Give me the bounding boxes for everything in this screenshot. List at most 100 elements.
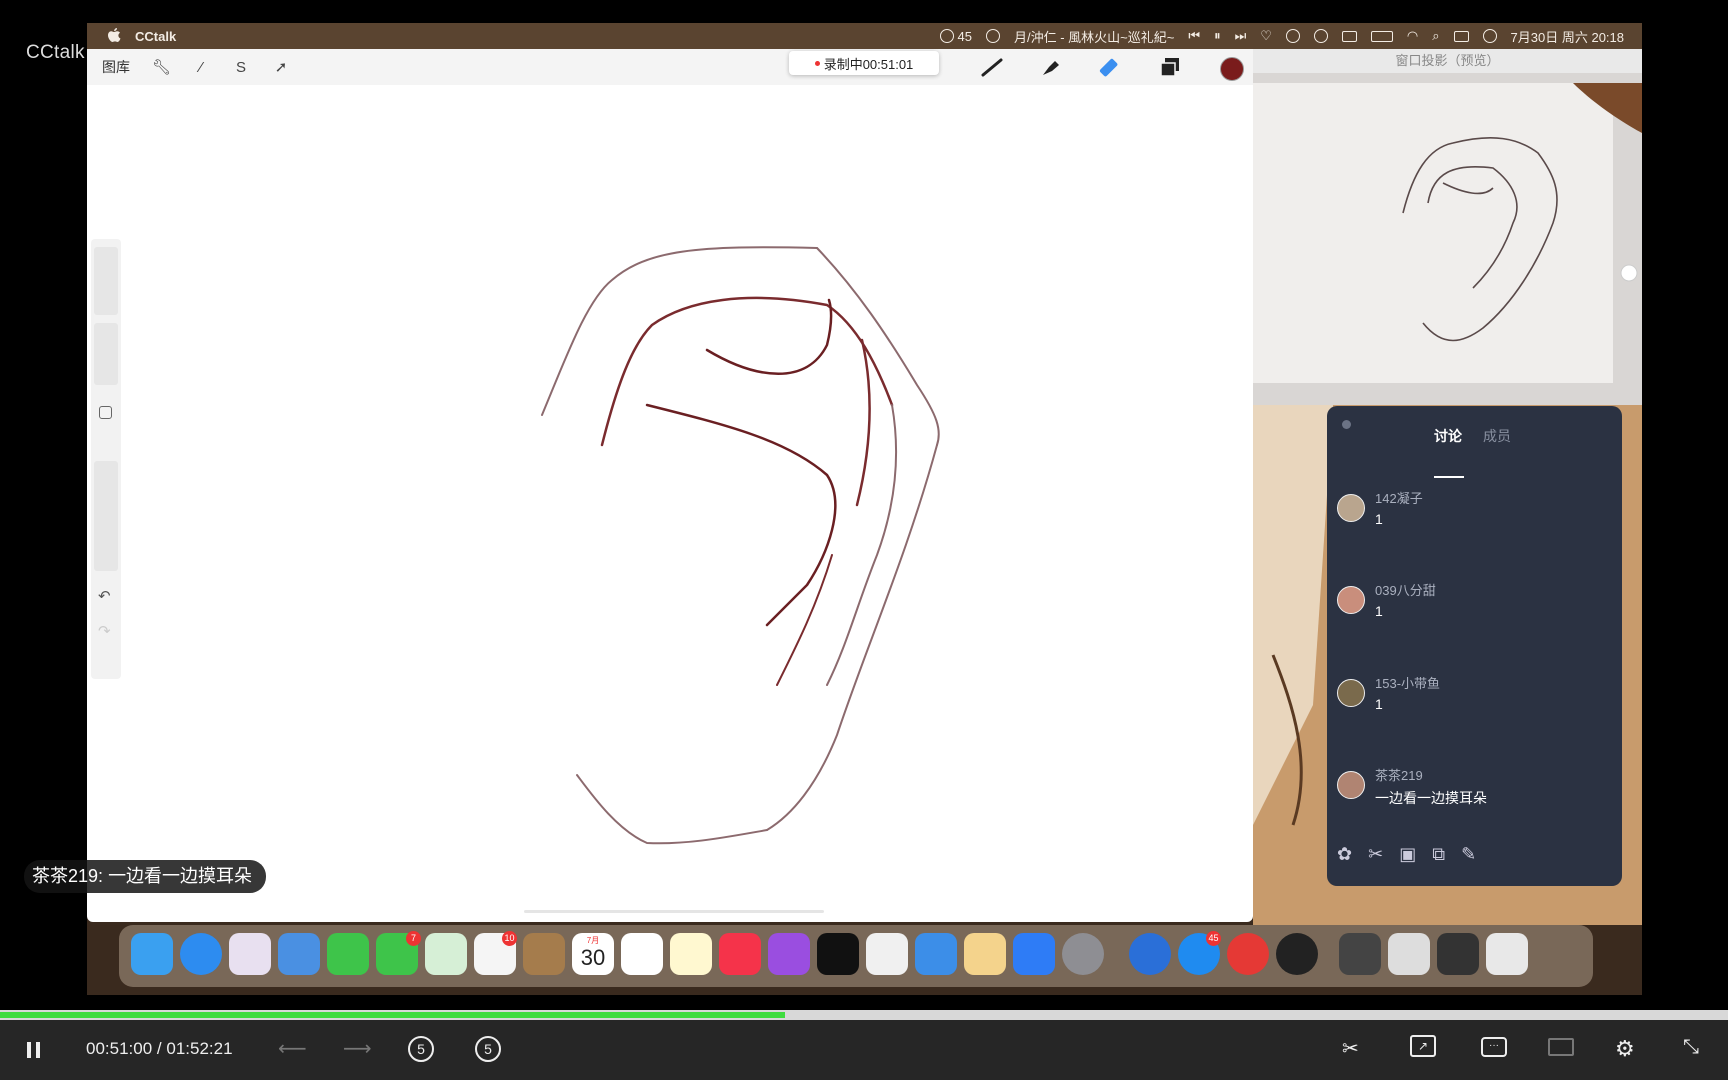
music-app-icon[interactable] (1285, 29, 1300, 43)
play-circle-icon[interactable] (1313, 29, 1328, 43)
picture-in-picture-icon[interactable] (1548, 1038, 1574, 1056)
time-separator: / (156, 1039, 162, 1058)
recording-indicator: 录制中00:51:01 (789, 51, 939, 75)
magic-wand-icon[interactable]: ⁄ (192, 59, 210, 76)
chat-text: 1 (1375, 511, 1383, 527)
danmaku-comment: 茶茶219: 一边看一边摸耳朵 (24, 860, 267, 893)
system-preferences-icon[interactable] (1062, 933, 1104, 975)
pause-track-icon[interactable]: ⏸ (1214, 28, 1221, 44)
chat-username[interactable]: 142凝子 (1375, 488, 1423, 507)
menubar-status-count-item[interactable]: 45 (939, 29, 972, 44)
heart-icon[interactable]: ♡ (1260, 28, 1272, 44)
screen-cast-preview-window: 窗口投影（预览） (1253, 49, 1642, 405)
chat-username[interactable]: 茶茶219 (1375, 765, 1423, 784)
brush-icon[interactable] (980, 57, 1004, 77)
menubar-datetime[interactable]: 7月30日 周六 20:18 (1511, 27, 1624, 46)
music-icon[interactable] (719, 933, 761, 975)
mail-icon[interactable] (278, 933, 320, 975)
pages-icon[interactable] (964, 933, 1006, 975)
flower-icon[interactable]: ✿ (1337, 844, 1352, 865)
menubar-app-name[interactable]: CCtalk (135, 29, 176, 44)
window-thumbnail-2[interactable] (1388, 933, 1430, 975)
now-playing-title[interactable]: 月/沖仁 - 風林火山~巡礼紀~ (1014, 27, 1174, 46)
exit-fullscreen-icon[interactable]: ⤡ (1683, 1036, 1699, 1059)
ear-sketch (541, 246, 940, 845)
chat-toolbar: ✿ ✂ ▣ ⧉ ✎ (1337, 844, 1476, 865)
facetime-icon[interactable] (327, 933, 369, 975)
notes-icon[interactable] (670, 933, 712, 975)
tab-discussion[interactable]: 讨论 (1434, 426, 1462, 446)
trash-icon[interactable] (1486, 933, 1528, 975)
spotlight-search-icon[interactable]: ⌕ (1432, 28, 1439, 44)
scissors-icon[interactable]: ✂ (1342, 1036, 1359, 1061)
contacts-icon[interactable] (523, 933, 565, 975)
chat-username[interactable]: 039八分甜 (1375, 580, 1436, 599)
app-store-icon[interactable] (1013, 933, 1055, 975)
quicktime-icon[interactable] (1129, 933, 1171, 975)
preview-thumbnail (1253, 73, 1642, 405)
calendar-day: 30 (580, 945, 606, 970)
apple-icon (108, 28, 121, 42)
wifi-icon[interactable]: ◠ (1407, 28, 1418, 44)
chat-username[interactable]: 153-小带鱼 (1375, 673, 1440, 692)
panel-dot-icon (1342, 420, 1351, 429)
procreate-toolbar: 图库 🔧︎ ⁄ S ➚ 录制中00:51:01 (87, 49, 1253, 85)
smudge-icon[interactable] (1039, 57, 1063, 77)
arrow-right-icon[interactable]: ⟶ (343, 1036, 372, 1061)
edit-icon[interactable]: ✎ (1461, 844, 1476, 865)
scissors-icon[interactable]: ✂ (1368, 844, 1383, 865)
netease-music-icon[interactable] (1227, 933, 1269, 975)
reminders-icon[interactable] (621, 933, 663, 975)
cctalk-app-icon[interactable]: 45 (1178, 931, 1221, 975)
transform-arrow-icon[interactable]: ➚ (272, 58, 290, 76)
chat-text: 1 (1375, 696, 1383, 712)
layers-icon[interactable] (1159, 57, 1181, 77)
obs-app-icon[interactable] (1276, 933, 1318, 975)
obs-icon[interactable] (986, 29, 1000, 43)
window-thumbnail-1[interactable] (1339, 933, 1381, 975)
pause-icon[interactable] (26, 1040, 42, 1060)
image-icon[interactable]: ▣ (1399, 844, 1416, 865)
messages-badge: 7 (406, 931, 421, 946)
control-center-icon[interactable] (1453, 30, 1469, 42)
calendar-icon[interactable]: 7月 30 (572, 933, 614, 975)
tab-members[interactable]: 成员 (1483, 426, 1511, 446)
launchpad-icon[interactable] (229, 933, 271, 975)
gallery-button[interactable]: 图库 (102, 57, 130, 77)
avatar[interactable] (1337, 494, 1365, 522)
forward-5-button[interactable]: 5 (475, 1036, 501, 1062)
share-icon[interactable]: ↗ (1410, 1035, 1436, 1057)
avatar[interactable] (1337, 771, 1365, 799)
color-swatch[interactable] (1220, 57, 1244, 81)
next-track-icon[interactable]: ⏭ (1235, 28, 1247, 44)
finder-icon[interactable] (131, 933, 173, 975)
screenshot-icon[interactable]: ⧉ (1432, 844, 1445, 865)
progress-fill (0, 1012, 785, 1018)
arrow-left-icon[interactable]: ⟵ (278, 1036, 307, 1061)
rewind-5-button[interactable]: 5 (408, 1036, 434, 1062)
drawing-canvas[interactable] (87, 85, 1253, 922)
messages-icon[interactable]: 7 (376, 931, 421, 975)
wrench-icon[interactable]: 🔧︎ (152, 58, 171, 76)
safari-icon[interactable] (180, 933, 222, 975)
previous-track-icon[interactable]: ⏮ (1188, 28, 1200, 44)
mac-menubar: CCtalk 45 月/沖仁 - 風林火山~巡礼紀~ ⏮ ⏸ ⏭ ♡ ◠ ⌕ 7… (87, 23, 1642, 49)
battery-icon[interactable] (1370, 30, 1393, 42)
total-duration: 01:52:21 (166, 1039, 233, 1058)
maps-icon[interactable] (425, 933, 467, 975)
siri-icon[interactable] (1482, 29, 1497, 43)
podcasts-icon[interactable] (768, 933, 810, 975)
comment-icon[interactable]: ··· (1481, 1037, 1507, 1057)
avatar[interactable] (1337, 679, 1365, 707)
gear-icon[interactable]: ⚙ (1615, 1036, 1635, 1062)
numbers-icon[interactable] (866, 933, 908, 975)
keynote-icon[interactable] (915, 933, 957, 975)
avatar[interactable] (1337, 586, 1365, 614)
apple-tv-icon[interactable] (817, 933, 859, 975)
window-thumbnail-3[interactable] (1437, 933, 1479, 975)
photos-icon[interactable]: 10 (474, 931, 517, 975)
grid-icon[interactable] (1341, 30, 1357, 42)
eraser-icon[interactable] (1098, 57, 1122, 77)
chat-text: 一边看一边摸耳朵 (1375, 790, 1487, 806)
selection-icon[interactable]: S (232, 59, 250, 76)
